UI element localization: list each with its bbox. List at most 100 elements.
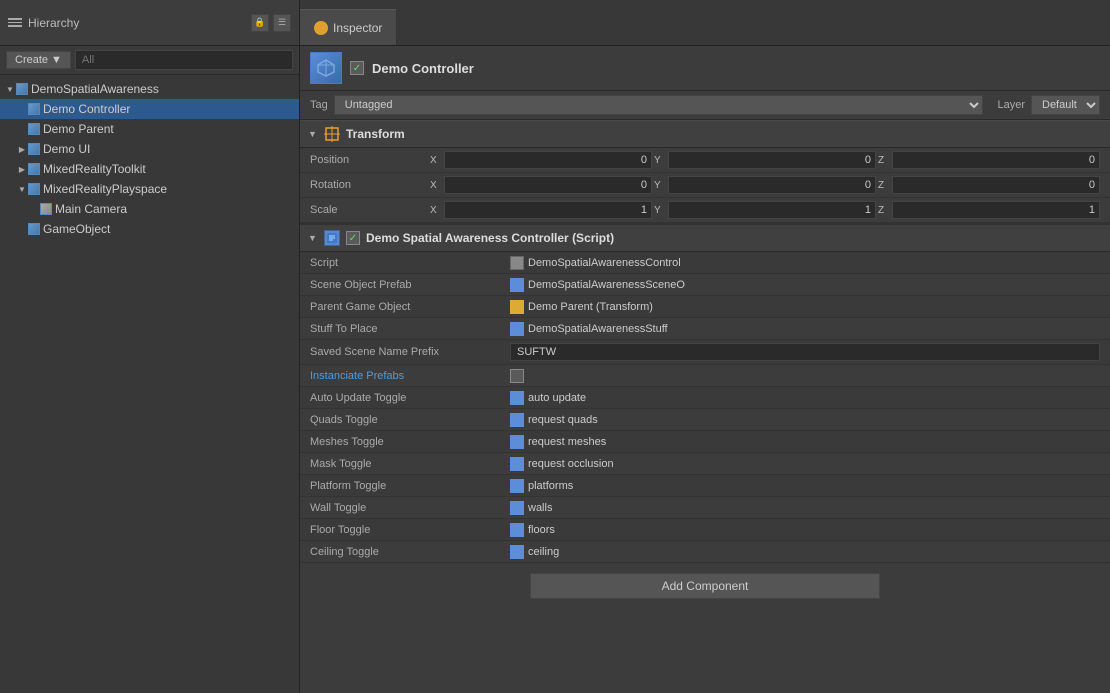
hierarchy-lock-icon[interactable]: 🔒: [251, 14, 269, 32]
prop-text-auto-update-toggle: auto update: [528, 392, 586, 404]
menu-line-3: [8, 25, 22, 27]
prop-value-parent-game-object: Demo Parent (Transform): [510, 300, 1100, 314]
prop-script: Script DemoSpatialAwarenessControl: [300, 252, 1110, 274]
scale-z-input[interactable]: [892, 201, 1100, 219]
tree-arrow-camera: [28, 203, 40, 215]
tree-item-demo-spatial-awareness[interactable]: ▼ DemoSpatialAwareness: [0, 79, 299, 99]
tree-label-main-camera: Main Camera: [55, 202, 127, 216]
rotation-y-input[interactable]: [668, 176, 876, 194]
tree-item-demo-controller[interactable]: Demo Controller: [0, 99, 299, 119]
inspector-tab-label: Inspector: [333, 21, 382, 35]
prop-parent-game-object: Parent Game Object Demo Parent (Transfor…: [300, 296, 1110, 318]
prop-label-ceiling-toggle: Ceiling Toggle: [310, 546, 510, 558]
position-x-input[interactable]: [444, 151, 652, 169]
tree-arrow-demo-parent: [16, 123, 28, 135]
prop-quads-toggle: Quads Toggle request quads: [300, 409, 1110, 431]
prop-text-floor-toggle: floors: [528, 524, 555, 536]
prop-text-wall-toggle: walls: [528, 502, 552, 514]
rotation-x-field: X: [430, 176, 652, 194]
script-arrow: ▼: [308, 233, 318, 243]
prop-label-mask-toggle: Mask Toggle: [310, 458, 510, 470]
rotation-x-axis: X: [430, 180, 442, 191]
cube-svg: [316, 58, 336, 78]
prop-text-stuff-to-place: DemoSpatialAwarenessStuff: [528, 323, 668, 335]
prop-value-script: DemoSpatialAwarenessControl: [510, 256, 1100, 270]
tree-item-demo-ui[interactable]: ▶ Demo UI: [0, 139, 299, 159]
tree-item-gameobject[interactable]: GameObject: [0, 219, 299, 239]
prop-text-meshes-toggle: request meshes: [528, 436, 606, 448]
layer-label: Layer: [997, 99, 1025, 111]
tree-arrow-mrt: ▶: [16, 163, 28, 175]
transform-component-header[interactable]: ▼ Transform: [300, 120, 1110, 148]
prop-meshes-toggle: Meshes Toggle request meshes: [300, 431, 1110, 453]
inspector-content: ✓ Demo Controller Tag Untagged Layer Def…: [300, 46, 1110, 693]
rotation-z-input[interactable]: [892, 176, 1100, 194]
rotation-x-input[interactable]: [444, 176, 652, 194]
position-fields: X Y Z: [430, 151, 1100, 169]
prop-label-auto-update-toggle: Auto Update Toggle: [310, 392, 510, 404]
mrp-cube-icon: [28, 183, 40, 195]
saved-scene-name-input[interactable]: [510, 343, 1100, 361]
meshes-icon: [510, 435, 524, 449]
tree-arrow-demo-controller: [16, 103, 28, 115]
transform-icon: [324, 126, 340, 142]
position-x-axis: X: [430, 155, 442, 166]
scale-y-axis: Y: [654, 205, 666, 216]
position-y-field: Y: [654, 151, 876, 169]
layer-select[interactable]: Default: [1031, 95, 1100, 115]
mrt-cube-icon: [28, 163, 40, 175]
prop-label-platform-toggle: Platform Toggle: [310, 480, 510, 492]
object-cube-icon: [310, 52, 342, 84]
object-active-checkbox[interactable]: ✓: [350, 61, 364, 75]
hierarchy-settings-icon[interactable]: ☰: [273, 14, 291, 32]
prop-label-wall-toggle: Wall Toggle: [310, 502, 510, 514]
tree-arrow-mrp: ▼: [16, 183, 28, 195]
tree-arrow-root: ▼: [4, 83, 16, 95]
hierarchy-header: Hierarchy 🔒 ☰: [0, 0, 299, 46]
prop-text-parent-game-object: Demo Parent (Transform): [528, 301, 653, 313]
position-z-axis: Z: [878, 155, 890, 166]
scale-row: Scale X Y Z: [300, 198, 1110, 223]
scale-z-axis: Z: [878, 205, 890, 216]
tree-item-mrt[interactable]: ▶ MixedRealityToolkit: [0, 159, 299, 179]
tag-select[interactable]: Untagged: [334, 95, 984, 115]
scale-z-field: Z: [878, 201, 1100, 219]
prop-value-platform-toggle: platforms: [510, 479, 1100, 493]
tree-arrow-demo-ui: ▶: [16, 143, 28, 155]
transform-svg: [324, 126, 340, 142]
instanciate-prefabs-checkbox[interactable]: [510, 369, 524, 383]
position-y-input[interactable]: [668, 151, 876, 169]
script-active-checkbox[interactable]: ✓: [346, 231, 360, 245]
hierarchy-search-input[interactable]: [75, 50, 293, 70]
hierarchy-menu-icon[interactable]: [8, 18, 22, 27]
hierarchy-toolbar: Create ▼: [0, 46, 299, 75]
prop-value-quads-toggle: request quads: [510, 413, 1100, 427]
prop-mask-toggle: Mask Toggle request occlusion: [300, 453, 1110, 475]
create-button[interactable]: Create ▼: [6, 51, 71, 69]
prop-platform-toggle: Platform Toggle platforms: [300, 475, 1110, 497]
scale-x-input[interactable]: [444, 201, 652, 219]
demo-ui-cube-icon: [28, 143, 40, 155]
rotation-z-axis: Z: [878, 180, 890, 191]
script-component-header[interactable]: ▼ ✓ Demo Spatial Awareness Controller (S…: [300, 223, 1110, 252]
scale-y-input[interactable]: [668, 201, 876, 219]
inspector-panel: Inspector ✓ Demo Controller Tag Un: [300, 0, 1110, 693]
position-z-input[interactable]: [892, 151, 1100, 169]
prop-text-scene-object-prefab: DemoSpatialAwarenessSceneO: [528, 279, 685, 291]
prop-value-instanciate-prefabs: [510, 369, 1100, 383]
hierarchy-title: Hierarchy: [28, 16, 79, 30]
add-component-button[interactable]: Add Component: [530, 573, 880, 599]
tree-item-main-camera[interactable]: Main Camera: [0, 199, 299, 219]
inspector-tab[interactable]: Inspector: [300, 9, 397, 45]
script-component-title: Demo Spatial Awareness Controller (Scrip…: [366, 231, 614, 245]
tree-label-mrp: MixedRealityPlayspace: [43, 182, 167, 196]
hierarchy-tree: ▼ DemoSpatialAwareness Demo Controller D…: [0, 75, 299, 693]
prop-text-ceiling-toggle: ceiling: [528, 546, 559, 558]
prop-value-wall-toggle: walls: [510, 501, 1100, 515]
tree-item-mrp[interactable]: ▼ MixedRealityPlayspace: [0, 179, 299, 199]
instanciate-prefabs-link[interactable]: Instanciate Prefabs: [310, 370, 404, 382]
prop-text-script: DemoSpatialAwarenessControl: [528, 257, 681, 269]
transform-arrow: ▼: [308, 129, 318, 139]
prop-wall-toggle: Wall Toggle walls: [300, 497, 1110, 519]
tree-item-demo-parent[interactable]: Demo Parent: [0, 119, 299, 139]
